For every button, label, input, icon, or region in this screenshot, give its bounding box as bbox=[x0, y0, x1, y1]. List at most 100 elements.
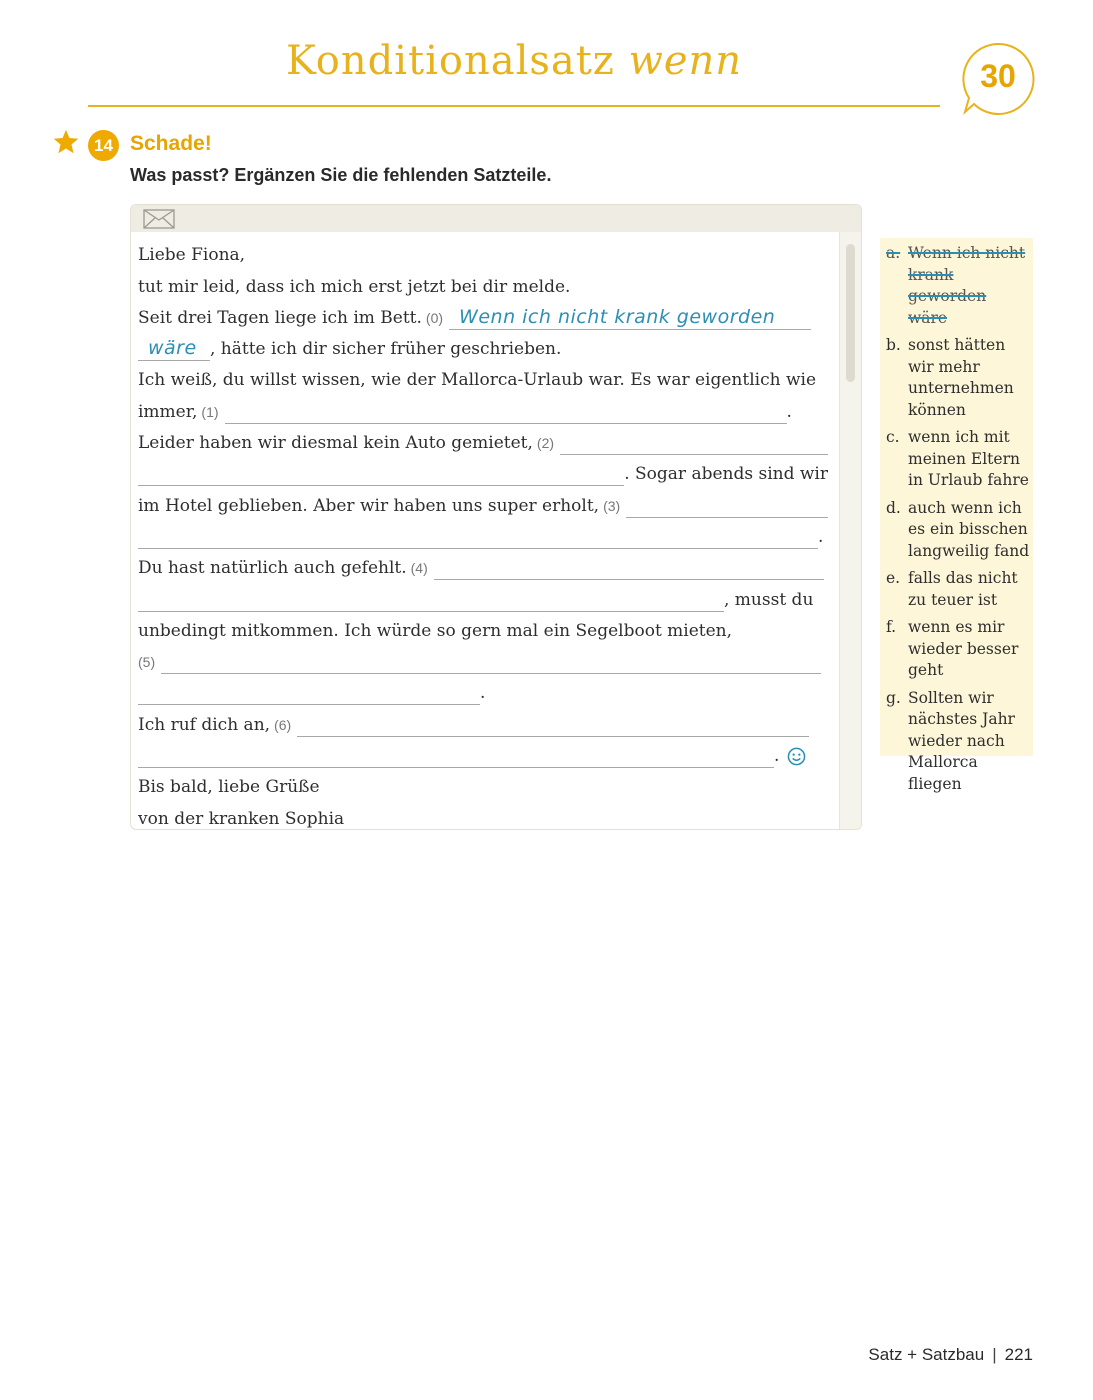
gap-number-6: (6) bbox=[274, 716, 292, 733]
page-title: Konditionalsatz wenn bbox=[90, 38, 938, 84]
option-text: Wenn ich nicht krank geworden wäre bbox=[908, 244, 1026, 327]
page-title-main: Konditionalsatz bbox=[285, 38, 615, 84]
option-letter: g. bbox=[886, 688, 901, 707]
email-line: Bis bald, liebe Grüße bbox=[138, 768, 828, 799]
email-line: Liebe Fiona, bbox=[138, 236, 828, 267]
email-line: Leider haben wir diesmal kein Auto gemie… bbox=[138, 424, 828, 456]
option-g: g. Sollten wir nächstes Jahr wieder nach … bbox=[886, 688, 1033, 796]
gap-1-blank[interactable] bbox=[224, 399, 787, 424]
email-line: . bbox=[138, 518, 828, 549]
option-letter: d. bbox=[886, 498, 901, 517]
email-text: . Sogar abends sind wir bbox=[624, 464, 828, 485]
email-text: tut mir leid, dass ich mich erst jetzt b… bbox=[138, 276, 571, 297]
gap-5-blank[interactable] bbox=[161, 649, 822, 675]
gap-3-blank[interactable] bbox=[626, 493, 828, 518]
exercise-number: 14 bbox=[88, 130, 119, 161]
option-text: wenn ich mit meinen Eltern in Urlaub fah… bbox=[908, 428, 1029, 489]
email-line: immer, (1). bbox=[138, 392, 828, 424]
email-line: , musst du bbox=[138, 580, 828, 612]
email-header bbox=[131, 205, 861, 232]
option-f: f. wenn es mir wieder besser geht bbox=[886, 617, 1033, 682]
email-text: , musst du bbox=[724, 589, 814, 610]
envelope-icon bbox=[143, 209, 175, 229]
option-e: e. falls das nicht zu teuer ist bbox=[886, 568, 1033, 611]
email-line: im Hotel geblieben. Aber wir haben uns s… bbox=[138, 486, 828, 518]
email-window: Liebe Fiona, tut mir leid, dass ich mich… bbox=[130, 204, 862, 830]
gap-4-blank-cont[interactable] bbox=[138, 587, 724, 612]
email-text: Ich ruf dich an, bbox=[138, 714, 271, 735]
smiley-icon bbox=[788, 747, 806, 766]
footer-section: Satz + Satzbau bbox=[868, 1345, 985, 1364]
answer-options-box: a. Wenn ich nicht krank geworden wäre b. s… bbox=[880, 238, 1033, 793]
page-number: 221 bbox=[1004, 1345, 1033, 1364]
email-text: Ich weiß, du willst wissen, wie der Mall… bbox=[138, 370, 816, 391]
email-line: Ich weiß, du willst wissen, wie der Mall… bbox=[138, 361, 828, 392]
option-d: d. auch wenn ich es ein bisschen langweil… bbox=[886, 498, 1033, 563]
email-line: wäre , hätte ich dir sicher früher geschr… bbox=[138, 330, 828, 362]
email-line: tut mir leid, dass ich mich erst jetzt b… bbox=[138, 267, 828, 298]
option-text: auch wenn ich es ein bisschen langweilig… bbox=[908, 498, 1030, 560]
email-text: von der kranken Sophia bbox=[138, 808, 345, 829]
option-letter: f. bbox=[886, 618, 897, 636]
email-line: . bbox=[138, 737, 828, 769]
exercise-title: Schade! bbox=[130, 132, 212, 155]
email-line: . bbox=[138, 674, 828, 706]
gap-2-blank[interactable] bbox=[560, 430, 828, 456]
email-line: Du hast natürlich auch gefehlt. (4) bbox=[138, 549, 828, 581]
gap-number-3: (3) bbox=[603, 497, 621, 514]
gap-number-5: (5) bbox=[138, 654, 156, 671]
email-text: Bis bald, liebe Grüße bbox=[138, 777, 320, 798]
gap-0-answer-cont: wäre bbox=[138, 336, 210, 362]
page-footer: Satz + Satzbau | 221 bbox=[868, 1345, 1033, 1365]
star-icon bbox=[53, 129, 79, 154]
option-text: Sollten wir nächstes Jahr wieder nach Ma… bbox=[908, 688, 1015, 793]
handwritten-answer: Wenn ich nicht krank geworden bbox=[459, 305, 776, 328]
email-text: . bbox=[480, 683, 486, 704]
gap-0-answer: Wenn ich nicht krank geworden bbox=[449, 305, 812, 330]
email-text: Liebe Fiona, bbox=[138, 245, 246, 266]
option-text: sonst hätten wir mehr unternehmen können bbox=[908, 336, 1014, 419]
email-line: Ich ruf dich an, (6) bbox=[138, 705, 828, 737]
gap-6-blank-cont[interactable] bbox=[138, 743, 774, 769]
email-line: von der kranken Sophia bbox=[138, 799, 828, 829]
option-letter: e. bbox=[886, 569, 901, 587]
exercise-instruction: Was passt? Ergänzen Sie die fehlenden Sa… bbox=[130, 165, 552, 185]
gap-4-blank[interactable] bbox=[433, 555, 824, 581]
chapter-number: 30 bbox=[980, 58, 1016, 94]
option-c: c. wenn ich mit meinen Eltern in Urlaub f… bbox=[886, 427, 1033, 492]
option-b: b. sonst hätten wir mehr unternehmen könn… bbox=[886, 335, 1033, 421]
gap-3-blank-cont[interactable] bbox=[138, 524, 818, 549]
option-a: a. Wenn ich nicht krank geworden wäre bbox=[886, 243, 1033, 329]
email-line: Seit drei Tagen liege ich im Bett. (0) Wen… bbox=[138, 299, 828, 330]
page-title-italic: wenn bbox=[628, 38, 743, 84]
handwritten-answer: wäre bbox=[148, 337, 197, 360]
email-line: unbedingt mitkommen. Ich würde so gern m… bbox=[138, 612, 828, 643]
gap-number-0: (0) bbox=[425, 309, 444, 326]
email-scrollbar-thumb[interactable] bbox=[846, 244, 855, 382]
option-text: falls das nicht zu teuer ist bbox=[908, 569, 1018, 609]
gap-2-blank-cont[interactable] bbox=[138, 461, 625, 487]
email-text: , hätte ich dir sicher früher geschriebe… bbox=[210, 339, 562, 360]
email-body: Liebe Fiona, tut mir leid, dass ich mich… bbox=[138, 236, 828, 829]
gap-5-blank-cont[interactable] bbox=[138, 680, 480, 706]
gap-number-1: (1) bbox=[201, 403, 219, 420]
email-text: Leider haben wir diesmal kein Auto gemie… bbox=[138, 433, 533, 454]
email-text: . bbox=[818, 526, 824, 547]
option-letter: a. bbox=[886, 244, 901, 262]
email-text: . bbox=[774, 746, 780, 767]
option-letter: c. bbox=[886, 428, 900, 446]
title-rule bbox=[88, 105, 940, 107]
email-text: Du hast natürlich auch gefehlt. bbox=[138, 558, 407, 579]
email-text: immer, bbox=[138, 401, 198, 422]
email-text: unbedingt mitkommen. Ich würde so gern m… bbox=[138, 620, 733, 641]
email-line: (5) bbox=[138, 643, 828, 675]
option-text: wenn es mir wieder besser geht bbox=[908, 618, 1019, 679]
email-line: . Sogar abends sind wir bbox=[138, 455, 828, 487]
email-text: im Hotel geblieben. Aber wir haben uns s… bbox=[138, 495, 600, 516]
option-letter: b. bbox=[886, 336, 901, 354]
gap-number-4: (4) bbox=[410, 560, 428, 577]
email-text: . bbox=[786, 401, 792, 422]
email-scrollbar[interactable] bbox=[839, 232, 861, 829]
gap-6-blank[interactable] bbox=[297, 712, 810, 737]
email-text: Seit drei Tagen liege ich im Bett. bbox=[138, 307, 422, 328]
